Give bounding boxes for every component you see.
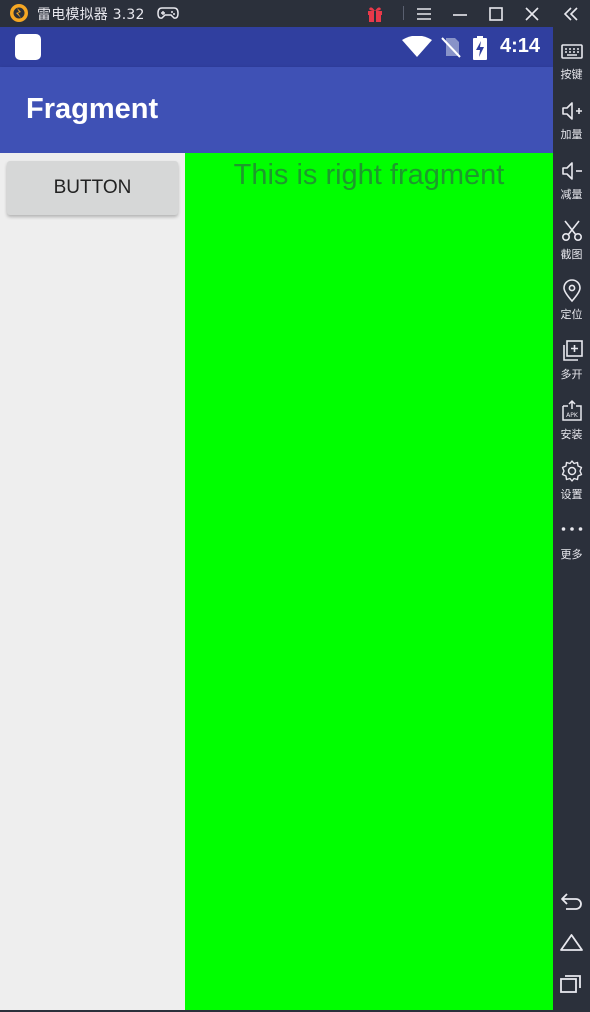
titlebar-separator — [403, 6, 404, 20]
right-fragment: This is right fragment — [185, 153, 553, 1010]
sidebar-item-keymap[interactable]: 按键 — [553, 37, 590, 95]
maximize-icon — [489, 6, 503, 21]
location-pin-icon — [562, 279, 581, 303]
sidebar-item-volume-down[interactable]: 减量 — [553, 157, 590, 215]
volume-down-icon — [561, 162, 582, 180]
menu-button[interactable] — [409, 0, 439, 27]
android-screen: 4:14 Fragment BUTTON This is right fragm… — [0, 27, 553, 1010]
svg-text:APK: APK — [566, 412, 579, 419]
minimize-button[interactable] — [445, 0, 475, 27]
collapse-sidebar-button[interactable] — [556, 0, 586, 27]
app-title: Fragment — [26, 93, 159, 125]
ldplayer-logo-icon — [10, 4, 28, 22]
emulator-title-bar: 雷电模拟器 3.32 — [0, 0, 590, 27]
gamepad-icon[interactable] — [157, 4, 179, 22]
sidebar-item-multi-instance[interactable]: 多开 — [553, 337, 590, 395]
battery-charging-icon — [473, 36, 487, 60]
emulator-title: 雷电模拟器 3.32 — [37, 7, 145, 23]
maximize-button[interactable] — [481, 0, 511, 27]
close-button[interactable] — [517, 0, 547, 27]
recents-icon[interactable] — [559, 971, 584, 996]
collapse-icon — [563, 6, 578, 21]
notification-icon — [15, 34, 41, 60]
right-fragment-text: This is right fragment — [233, 159, 505, 191]
keyboard-icon — [560, 44, 583, 59]
left-fragment: BUTTON — [0, 153, 185, 1010]
emulator-toolbar: 按键 加量 减量 截图 定位 多开 APK 安装 设置 更多 — [553, 27, 590, 1012]
no-sim-icon — [441, 37, 461, 58]
close-icon — [525, 6, 539, 21]
gift-button[interactable] — [360, 0, 390, 27]
more-dots-icon — [561, 527, 582, 531]
wifi-icon — [402, 36, 432, 57]
menu-icon — [417, 7, 431, 20]
settings-gear-icon — [561, 460, 582, 482]
sidebar-item-volume-up[interactable]: 加量 — [553, 97, 590, 155]
status-time: 4:14 — [499, 35, 540, 57]
sidebar-item-label: 安装 — [560, 428, 583, 441]
sidebar-item-label: 截图 — [560, 248, 583, 261]
multi-instance-icon — [562, 340, 583, 361]
sidebar-item-label: 多开 — [560, 368, 583, 381]
volume-up-icon — [561, 102, 582, 120]
scissors-icon — [561, 220, 582, 242]
sidebar-item-location[interactable]: 定位 — [553, 277, 590, 335]
fragment-button[interactable]: BUTTON — [7, 161, 178, 215]
sidebar-item-settings[interactable]: 设置 — [553, 457, 590, 515]
sidebar-item-screenshot[interactable]: 截图 — [553, 217, 590, 275]
app-bar: Fragment — [0, 67, 553, 153]
minimize-icon — [453, 13, 467, 16]
sidebar-item-install-apk[interactable]: APK 安装 — [553, 397, 590, 455]
status-bar: 4:14 — [0, 27, 553, 67]
apk-install-icon: APK — [561, 399, 582, 421]
sidebar-item-more[interactable]: 更多 — [553, 517, 590, 575]
sidebar-item-label: 更多 — [560, 548, 583, 561]
gift-icon — [368, 6, 382, 22]
sidebar-item-label: 减量 — [560, 188, 583, 201]
back-icon[interactable] — [559, 889, 584, 914]
sidebar-item-label: 加量 — [560, 128, 583, 141]
sidebar-item-label: 设置 — [560, 488, 583, 501]
sidebar-item-label: 定位 — [560, 308, 583, 321]
sidebar-item-label: 按键 — [560, 68, 583, 81]
home-icon[interactable] — [559, 930, 584, 955]
